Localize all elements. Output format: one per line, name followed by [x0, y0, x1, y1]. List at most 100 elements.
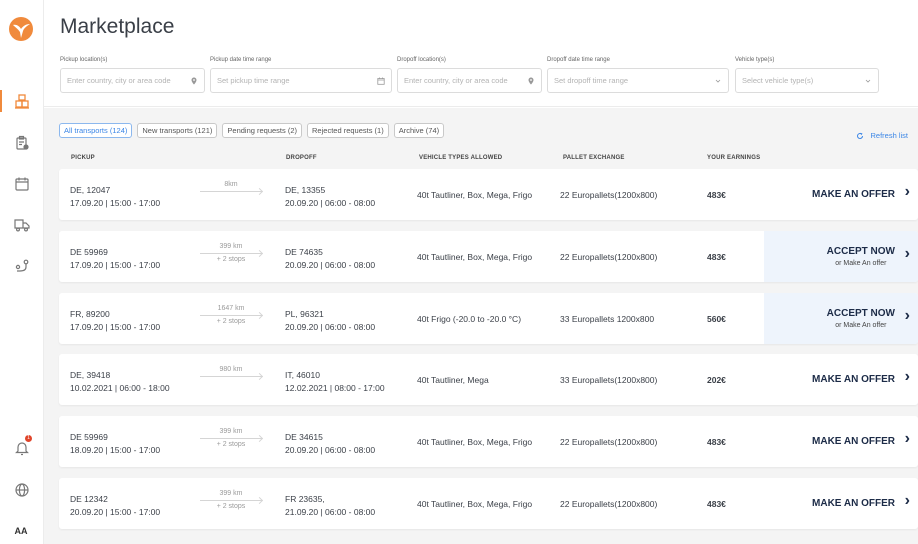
notification-badge: 1: [25, 435, 32, 442]
tab-rejected-requests[interactable]: Rejected requests (1): [307, 123, 389, 138]
pickup-cell: DE 12342 20.09.20 | 15:00 - 17:00: [70, 493, 160, 519]
pallet-exchange: 22 Europallets(1200x800): [560, 499, 658, 509]
calendar-icon: [15, 177, 29, 191]
dropoff-date-filter: Dropoff date time range Set dropoff time…: [547, 57, 729, 93]
sidebar-item-assignments[interactable]: [0, 132, 44, 154]
sidebar-item-marketplace[interactable]: [0, 90, 44, 112]
pallet-exchange: 22 Europallets(1200x800): [560, 437, 658, 447]
boxes-icon: [15, 94, 29, 109]
dropoff-location: FR 23635,: [285, 494, 325, 504]
tab-archive[interactable]: Archive (74): [393, 123, 445, 138]
column-header-pallet: PALLET EXCHANGE: [563, 155, 625, 161]
action-text: MAKE AN OFFER: [812, 189, 895, 200]
globe-icon: [15, 483, 29, 497]
brand-logo-icon[interactable]: [8, 16, 34, 42]
pickup-location: DE 59969: [70, 247, 108, 257]
chevron-right-icon: ›: [904, 183, 910, 200]
pickup-location: DE 12342: [70, 494, 108, 504]
action-sublabel: or Make An offer: [835, 322, 887, 329]
chevron-right-icon: ›: [904, 245, 910, 262]
route-distance: 980 km: [219, 366, 243, 373]
notifications-button[interactable]: 1: [0, 435, 44, 459]
action-text: MAKE AN OFFER: [812, 436, 895, 447]
vehicle-types: 40t Tautliner, Box, Mega, Frigo: [417, 499, 533, 509]
dropoff-cell: FR 23635, 21.09.20 | 06:00 - 08:00: [285, 493, 375, 519]
transport-row[interactable]: DE 59969 18.09.20 | 15:00 - 17:00 399 km + …: [59, 416, 918, 467]
filter-label: Dropoff date time range: [547, 57, 610, 63]
earnings: 483€: [707, 437, 726, 447]
placeholder: Set pickup time range: [217, 76, 290, 85]
route-arrow-icon: [200, 315, 262, 316]
vehicle-types: 40t Tautliner, Box, Mega, Frigo: [417, 437, 533, 447]
pallet-exchange: 33 Europallets 1200x800: [560, 314, 655, 324]
sidebar-item-calendar[interactable]: [0, 173, 44, 195]
dropoff-time: 20.09.20 | 06:00 - 08:00: [285, 322, 376, 332]
pickup-time: 20.09.20 | 15:00 - 17:00: [70, 507, 161, 517]
route-stops: + 2 stops: [216, 441, 246, 448]
chevron-down-icon: [865, 79, 871, 83]
earnings: 202€: [707, 375, 726, 385]
pickup-location-input[interactable]: Enter country, city or area code: [60, 68, 205, 93]
main: Marketplace Pickup location(s) Enter cou…: [44, 0, 918, 544]
transport-row[interactable]: FR, 89200 17.09.20 | 15:00 - 17:00 1647 km…: [59, 293, 918, 344]
make-offer-button[interactable]: MAKE AN OFFER ›: [764, 169, 918, 220]
dropoff-time: 21.09.20 | 06:00 - 08:00: [285, 507, 376, 517]
pickup-date-input[interactable]: Set pickup time range: [210, 68, 392, 93]
make-offer-button[interactable]: MAKE AN OFFER ›: [764, 416, 918, 467]
transport-row[interactable]: DE 12342 20.09.20 | 15:00 - 17:00 399 km + …: [59, 478, 918, 529]
clipboard-check-icon: [16, 135, 29, 150]
truck-icon: [14, 219, 30, 232]
chevron-right-icon: ›: [904, 307, 910, 324]
pickup-location: FR, 89200: [70, 309, 110, 319]
route-distance: 399 km: [219, 428, 243, 435]
route-info: 8km: [200, 181, 262, 194]
dropoff-location: DE 74635: [285, 247, 323, 257]
route-info: 399 km + 2 stops: [200, 243, 262, 263]
transport-row[interactable]: DE, 12047 17.09.20 | 15:00 - 17:00 8km DE, …: [59, 169, 918, 220]
pickup-cell: DE 59969 17.09.20 | 15:00 - 17:00: [70, 246, 160, 272]
action-text: MAKE AN OFFER: [812, 374, 895, 385]
dropoff-time: 20.09.20 | 06:00 - 08:00: [285, 260, 376, 270]
earnings: 483€: [707, 190, 726, 200]
earnings: 483€: [707, 499, 726, 509]
vehicle-types: 40t Tautliner, Box, Mega, Frigo: [417, 252, 533, 262]
route-info: 980 km: [200, 366, 262, 379]
chevron-right-icon: ›: [904, 368, 910, 385]
dropoff-time: 20.09.20 | 06:00 - 08:00: [285, 198, 376, 208]
tab-new-transports[interactable]: New transports (121): [137, 123, 218, 138]
chevron-down-icon: [715, 79, 721, 83]
pickup-time: 17.09.20 | 15:00 - 17:00: [70, 322, 161, 332]
route-distance: 399 km: [219, 243, 243, 250]
accept-now-button[interactable]: ACCEPT NOW or Make An offer ›: [764, 293, 918, 344]
placeholder: Enter country, city or area code: [67, 76, 171, 85]
route-info: 1647 km + 2 stops: [200, 305, 262, 325]
tab-pending-requests[interactable]: Pending requests (2): [222, 123, 303, 138]
avatar[interactable]: AA: [8, 519, 34, 543]
vehicle-type-filter: Vehicle type(s) Select vehicle type(s): [735, 57, 879, 93]
pickup-time: 17.09.20 | 15:00 - 17:00: [70, 260, 161, 270]
refresh-list-button[interactable]: Refresh list: [856, 131, 908, 140]
action-text: ACCEPT NOW or Make An offer: [827, 308, 895, 329]
dropoff-location-filter: Dropoff location(s) Enter country, city …: [397, 57, 542, 93]
route-stops: + 2 stops: [216, 318, 246, 325]
action-sublabel: or Make An offer: [835, 260, 887, 267]
transport-row[interactable]: DE 59969 17.09.20 | 15:00 - 17:00 399 km + …: [59, 231, 918, 282]
sidebar-item-routes[interactable]: [0, 255, 44, 277]
sidebar-item-fleet[interactable]: [0, 214, 44, 236]
pickup-time: 17.09.20 | 15:00 - 17:00: [70, 198, 161, 208]
pickup-location: DE, 12047: [70, 185, 111, 195]
make-offer-button[interactable]: MAKE AN OFFER ›: [764, 354, 918, 405]
filter-label: Vehicle type(s): [735, 57, 775, 63]
tab-all-transports[interactable]: All transports (124): [59, 123, 133, 138]
language-button[interactable]: [0, 479, 44, 501]
transport-row[interactable]: DE, 39418 10.02.2021 | 06:00 - 18:00 980 k…: [59, 354, 918, 405]
refresh-label: Refresh list: [870, 131, 908, 140]
vehicle-type-select[interactable]: Select vehicle type(s): [735, 68, 879, 93]
dropoff-location-input[interactable]: Enter country, city or area code: [397, 68, 542, 93]
route-distance: 8km: [224, 181, 238, 188]
route-distance: 1647 km: [217, 305, 245, 312]
pickup-time: 18.09.20 | 15:00 - 17:00: [70, 445, 161, 455]
make-offer-button[interactable]: MAKE AN OFFER ›: [764, 478, 918, 529]
dropoff-date-input[interactable]: Set dropoff time range: [547, 68, 729, 93]
accept-now-button[interactable]: ACCEPT NOW or Make An offer ›: [764, 231, 918, 282]
